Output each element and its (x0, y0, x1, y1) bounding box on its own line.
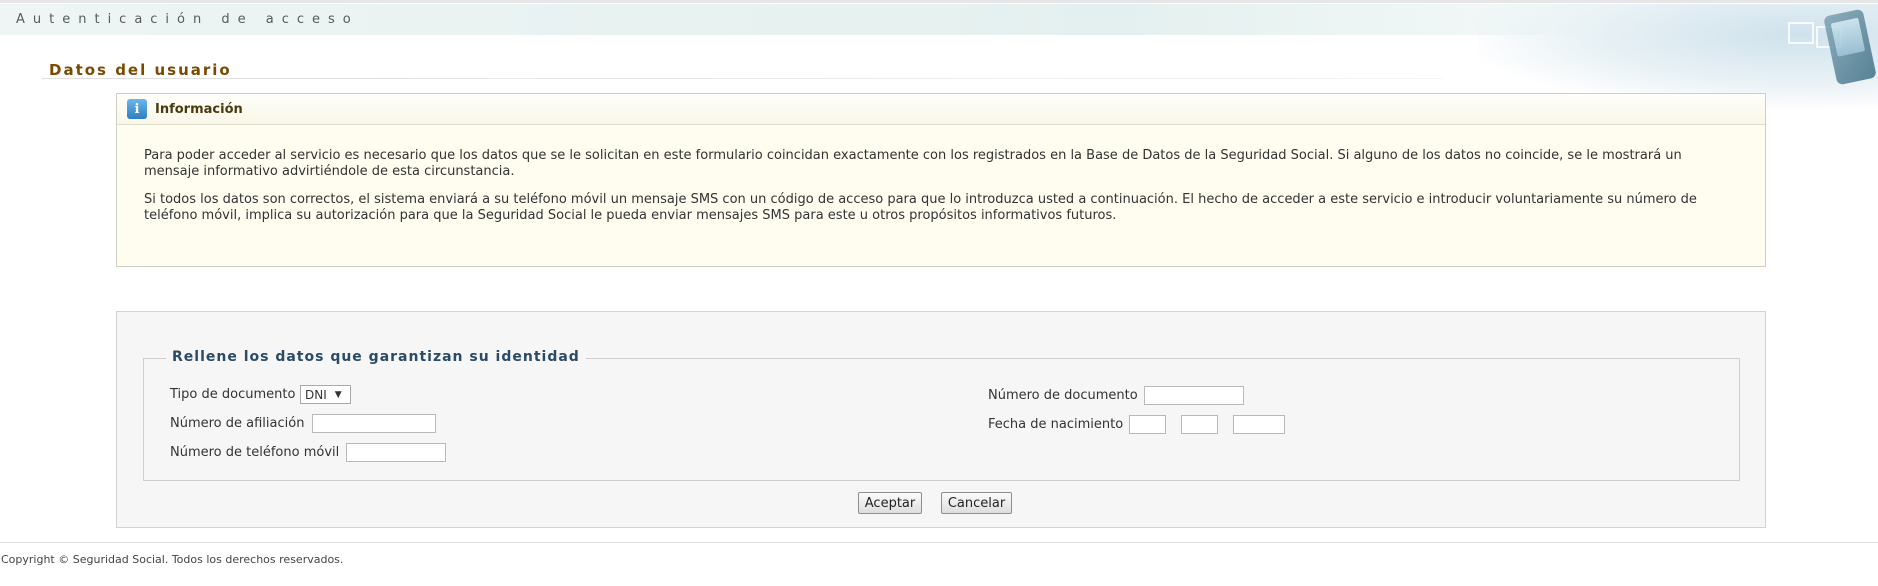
footer-copyright: Copyright © Seguridad Social. Todos los … (1, 553, 344, 566)
top-border (0, 0, 1878, 3)
section-title: Datos del usuario (49, 61, 232, 79)
info-icon: i (127, 99, 147, 119)
document-type-select[interactable]: DNI ▼ (300, 385, 351, 404)
document-number-label: Número de documento (988, 388, 1138, 403)
banner-title: Autenticación de acceso (16, 12, 359, 27)
mobile-device-icon (1823, 8, 1877, 86)
info-box-title: Información (155, 101, 243, 117)
info-box: i Información Para poder acceder al serv… (116, 93, 1766, 267)
affiliation-number-label: Número de afiliación (170, 416, 305, 431)
footer-divider (0, 542, 1878, 543)
info-paragraph: Para poder acceder al servicio es necesa… (144, 148, 1682, 179)
decorative-square-icon (1788, 22, 1814, 44)
birth-day-input[interactable] (1129, 415, 1166, 434)
identity-fieldset: Rellene los datos que garantizan su iden… (143, 349, 1740, 481)
identity-form: Rellene los datos que garantizan su iden… (116, 311, 1766, 528)
birth-date-label: Fecha de nacimiento (988, 417, 1124, 432)
mobile-phone-label: Número de teléfono móvil (170, 445, 340, 460)
cancel-button[interactable]: Cancelar (941, 492, 1012, 514)
affiliation-number-input[interactable] (312, 414, 436, 433)
chevron-down-icon: ▼ (334, 389, 342, 400)
mobile-phone-input[interactable] (346, 443, 446, 462)
accept-button[interactable]: Aceptar (858, 492, 922, 514)
document-type-label: Tipo de documento (170, 387, 296, 402)
document-type-value: DNI (305, 387, 327, 402)
birth-year-input[interactable] (1233, 415, 1285, 434)
section-divider (42, 78, 1442, 79)
info-box-header: i Información (117, 94, 1765, 125)
info-paragraph: Si todos los datos son correctos, el sis… (144, 192, 1697, 223)
info-box-body: Para poder acceder al servicio es necesa… (117, 125, 1765, 224)
birth-month-input[interactable] (1181, 415, 1218, 434)
fieldset-legend: Rellene los datos que garantizan su iden… (166, 349, 586, 365)
document-number-input[interactable] (1144, 386, 1244, 405)
